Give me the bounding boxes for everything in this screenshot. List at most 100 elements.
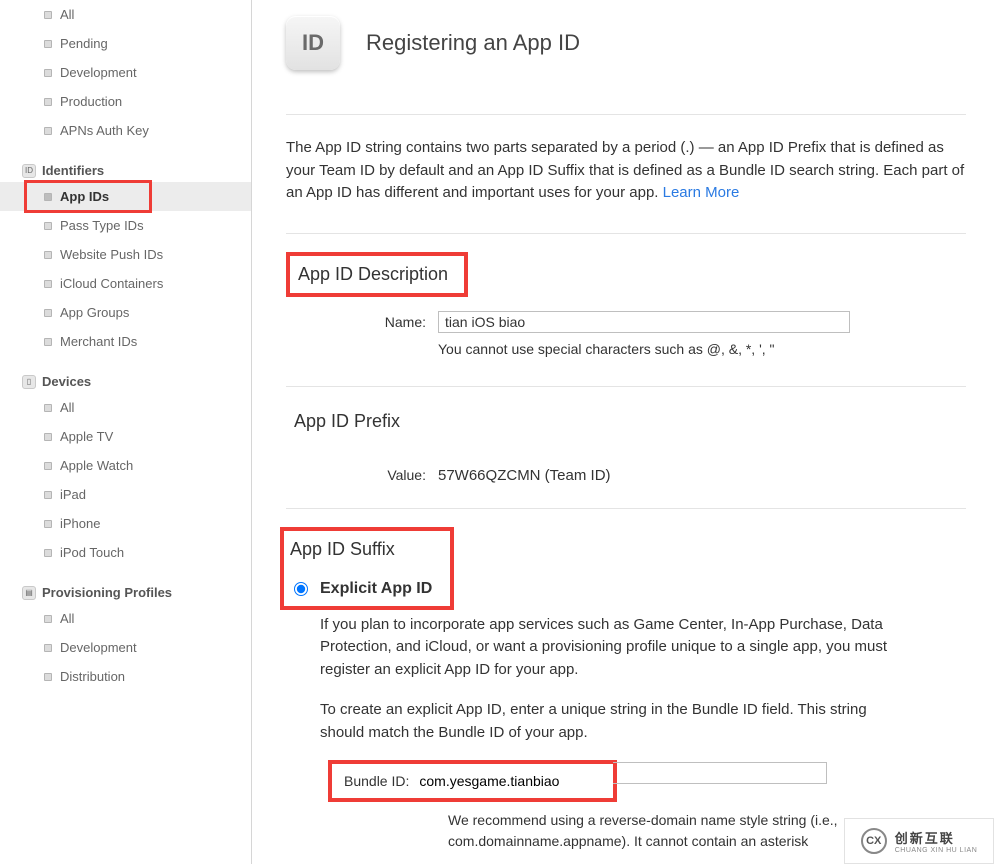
sidebar-item-label: App IDs: [60, 189, 109, 204]
explicit-app-id-row: Explicit App ID: [294, 580, 432, 598]
highlight-box-description: App ID Description: [286, 252, 468, 297]
highlight-box-bundle: Bundle ID:: [328, 760, 617, 802]
sidebar-item-production[interactable]: Production: [0, 87, 251, 116]
sidebar-item-ipod-touch[interactable]: iPod Touch: [0, 538, 251, 567]
document-icon: ▤: [22, 586, 36, 600]
sidebar-item-development[interactable]: Development: [0, 58, 251, 87]
sidebar-item-pass-type-ids[interactable]: Pass Type IDs: [0, 211, 251, 240]
bullet-icon: [44, 251, 52, 259]
sidebar-item-merchant-ids[interactable]: Merchant IDs: [0, 327, 251, 356]
divider: [286, 386, 966, 387]
sidebar-item-label: Production: [60, 94, 122, 109]
sidebar-group-certificates: All Pending Development Production APNs …: [0, 0, 251, 145]
main-content: ID Registering an App ID The App ID stri…: [252, 0, 994, 864]
id-badge-icon: ID: [22, 164, 36, 178]
name-label: Name:: [286, 311, 426, 330]
sidebar-heading-devices: ▯ Devices: [0, 370, 251, 393]
divider: [286, 114, 966, 115]
bullet-icon: [44, 520, 52, 528]
sidebar-item-label: All: [60, 400, 74, 415]
learn-more-link[interactable]: Learn More: [663, 184, 740, 201]
sidebar-item-label: Pass Type IDs: [60, 218, 144, 233]
bullet-icon: [44, 673, 52, 681]
explicit-description-1: If you plan to incorporate app services …: [320, 614, 910, 682]
sidebar-heading-label: Identifiers: [42, 163, 104, 178]
watermark-logo-icon: CX: [861, 828, 887, 854]
sidebar-item-apple-tv[interactable]: Apple TV: [0, 422, 251, 451]
intro-text: The App ID string contains two parts sep…: [286, 137, 966, 205]
sidebar-item-app-ids[interactable]: App IDs: [0, 182, 251, 211]
section-heading-suffix: App ID Suffix: [288, 537, 397, 562]
bundle-id-input[interactable]: [419, 770, 605, 792]
sidebar-item-app-groups[interactable]: App Groups: [0, 298, 251, 327]
sidebar-item-apple-watch[interactable]: Apple Watch: [0, 451, 251, 480]
section-heading-description: App ID Description: [296, 264, 450, 285]
bullet-icon: [44, 491, 52, 499]
sidebar-item-website-push-ids[interactable]: Website Push IDs: [0, 240, 251, 269]
bullet-icon: [44, 404, 52, 412]
page-header: ID Registering an App ID: [286, 0, 966, 114]
sidebar-item-label: Development: [60, 65, 137, 80]
watermark-text: 创新互联 CHUANG XIN HU LIAN: [895, 828, 978, 854]
sidebar-item-label: App Groups: [60, 305, 129, 320]
sidebar-item-label: Pending: [60, 36, 108, 51]
sidebar-item-label: All: [60, 7, 74, 22]
bullet-icon: [44, 280, 52, 288]
device-icon: ▯: [22, 375, 36, 389]
bullet-icon: [44, 222, 52, 230]
sidebar-item-label: Website Push IDs: [60, 247, 163, 262]
sidebar-heading-label: Provisioning Profiles: [42, 585, 172, 600]
bullet-icon: [44, 644, 52, 652]
explicit-description-2: To create an explicit App ID, enter a un…: [320, 699, 910, 744]
bullet-icon: [44, 309, 52, 317]
sidebar-item-label: Apple TV: [60, 429, 113, 444]
watermark-en: CHUANG XIN HU LIAN: [895, 847, 978, 854]
sidebar-item-label: All: [60, 611, 74, 626]
app-id-icon: ID: [286, 16, 340, 70]
sidebar-item-label: Merchant IDs: [60, 334, 137, 349]
sidebar-item-ipad[interactable]: iPad: [0, 480, 251, 509]
sidebar-item-all[interactable]: All: [0, 0, 251, 29]
sidebar-item-profiles-all[interactable]: All: [0, 604, 251, 633]
sidebar-item-apns-auth-key[interactable]: APNs Auth Key: [0, 116, 251, 145]
sidebar-item-iphone[interactable]: iPhone: [0, 509, 251, 538]
bullet-icon: [44, 338, 52, 346]
sidebar-item-icloud-containers[interactable]: iCloud Containers: [0, 269, 251, 298]
sidebar-item-profiles-distribution[interactable]: Distribution: [0, 662, 251, 691]
sidebar-item-label: Distribution: [60, 669, 125, 684]
divider: [286, 233, 966, 234]
highlight-box-suffix: App ID Suffix Explicit App ID: [280, 527, 454, 610]
prefix-value-label: Value:: [286, 464, 426, 483]
name-hint: You cannot use special characters such a…: [438, 339, 966, 360]
bullet-icon: [44, 462, 52, 470]
watermark: CX 创新互联 CHUANG XIN HU LIAN: [844, 818, 994, 864]
page-title: Registering an App ID: [366, 30, 580, 56]
section-heading-prefix: App ID Prefix: [290, 405, 404, 438]
name-input[interactable]: [438, 311, 850, 333]
explicit-app-id-label: Explicit App ID: [320, 580, 432, 598]
bullet-icon: [44, 433, 52, 441]
prefix-row: Value: 57W66QZCMN (Team ID): [286, 464, 966, 484]
bullet-icon: [44, 127, 52, 135]
sidebar-heading-identifiers: ID Identifiers: [0, 159, 251, 182]
bundle-id-input-tail[interactable]: [613, 762, 827, 784]
sidebar: All Pending Development Production APNs …: [0, 0, 252, 864]
bullet-icon: [44, 615, 52, 623]
bundle-id-label: Bundle ID:: [344, 773, 409, 789]
sidebar-heading-profiles: ▤ Provisioning Profiles: [0, 581, 251, 604]
divider: [286, 508, 966, 509]
sidebar-item-profiles-development[interactable]: Development: [0, 633, 251, 662]
sidebar-item-label: iCloud Containers: [60, 276, 163, 291]
sidebar-item-label: Development: [60, 640, 137, 655]
bullet-icon: [44, 11, 52, 19]
watermark-cn: 创新互联: [895, 828, 978, 847]
bullet-icon: [44, 69, 52, 77]
bullet-icon: [44, 40, 52, 48]
sidebar-item-devices-all[interactable]: All: [0, 393, 251, 422]
explicit-app-id-radio[interactable]: [294, 582, 308, 596]
sidebar-item-pending[interactable]: Pending: [0, 29, 251, 58]
bullet-icon: [44, 98, 52, 106]
intro-body: The App ID string contains two parts sep…: [286, 139, 964, 201]
sidebar-group-devices: All Apple TV Apple Watch iPad iPhone iPo…: [0, 393, 251, 567]
prefix-value: 57W66QZCMN (Team ID): [438, 464, 611, 484]
